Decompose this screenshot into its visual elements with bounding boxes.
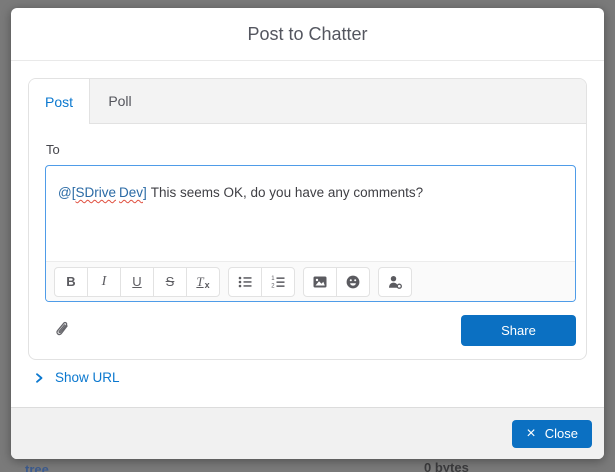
modal-title: Post to Chatter	[247, 24, 367, 45]
underline-icon: U	[132, 274, 141, 289]
to-label: To	[46, 142, 576, 157]
numbered-list-button[interactable]: 1 2	[261, 267, 295, 297]
clear-format-icon: Tx	[196, 274, 209, 290]
numbered-list-icon: 1 2	[270, 274, 286, 290]
image-icon	[312, 274, 328, 290]
background-partial-link: tree	[25, 462, 49, 472]
mention-button-group	[378, 267, 412, 297]
close-x-icon: ×	[526, 426, 535, 442]
modal-footer: × Close	[11, 407, 604, 459]
tab-bar: Post Poll	[29, 79, 586, 124]
actions-row: Share	[45, 315, 576, 346]
composer-card: Post Poll To @[SDriveDev] This seems OK, …	[28, 78, 587, 360]
mention-word-misspelled: Dev	[119, 185, 143, 200]
bold-icon: B	[66, 274, 75, 289]
editor-text-area[interactable]: @[SDriveDev] This seems OK, do you have a…	[46, 166, 575, 261]
modal-body: Post Poll To @[SDriveDev] This seems OK, …	[11, 61, 604, 385]
chevron-right-icon	[33, 372, 45, 384]
close-button-label: Close	[545, 426, 578, 441]
show-url-toggle[interactable]: Show URL	[33, 370, 143, 385]
insert-image-button[interactable]	[303, 267, 337, 297]
italic-icon: I	[102, 274, 107, 290]
list-button-group: 1 2	[228, 267, 295, 297]
tab-post[interactable]: Post	[29, 79, 90, 124]
dimmed-page-background: tree 0 bytes Post to Chatter Post Poll T…	[0, 0, 615, 472]
show-url-label: Show URL	[55, 370, 120, 385]
insert-emoji-button[interactable]	[336, 267, 370, 297]
tab-poll-label: Poll	[108, 93, 131, 109]
svg-text:2: 2	[271, 283, 275, 289]
message-text: This seems OK, do you have any comments?	[151, 185, 423, 200]
attach-file-button[interactable]	[54, 321, 72, 341]
background-partial-size-text: 0 bytes	[424, 460, 469, 472]
strikethrough-icon: S	[166, 274, 175, 289]
underline-button[interactable]: U	[120, 267, 154, 297]
rich-text-toolbar: B I U S	[46, 261, 575, 301]
post-to-chatter-modal: Post to Chatter Post Poll To @[SDriv	[11, 8, 604, 459]
modal-header: Post to Chatter	[11, 8, 604, 61]
share-button[interactable]: Share	[461, 315, 576, 346]
tab-post-label: Post	[45, 94, 73, 110]
italic-button[interactable]: I	[87, 267, 121, 297]
mention-token: @[SDriveDev]	[58, 185, 147, 200]
tab-poll[interactable]: Poll	[90, 79, 150, 123]
paperclip-icon	[54, 321, 72, 339]
message-editor[interactable]: @[SDriveDev] This seems OK, do you have a…	[45, 165, 576, 302]
close-button[interactable]: × Close	[512, 420, 592, 448]
format-button-group: B I U S	[54, 267, 220, 297]
mention-word-misspelled: SDrive	[75, 185, 116, 200]
svg-text:1: 1	[271, 276, 275, 282]
strikethrough-button[interactable]: S	[153, 267, 187, 297]
clear-format-button[interactable]: Tx	[186, 267, 220, 297]
bullet-list-icon	[237, 274, 253, 290]
add-user-icon	[387, 274, 403, 290]
add-user-mention-button[interactable]	[378, 267, 412, 297]
bullet-list-button[interactable]	[228, 267, 262, 297]
post-panel: To @[SDriveDev] This seems OK, do you hav…	[29, 124, 586, 359]
bold-button[interactable]: B	[54, 267, 88, 297]
media-button-group	[303, 267, 370, 297]
emoji-smiley-icon	[345, 274, 361, 290]
